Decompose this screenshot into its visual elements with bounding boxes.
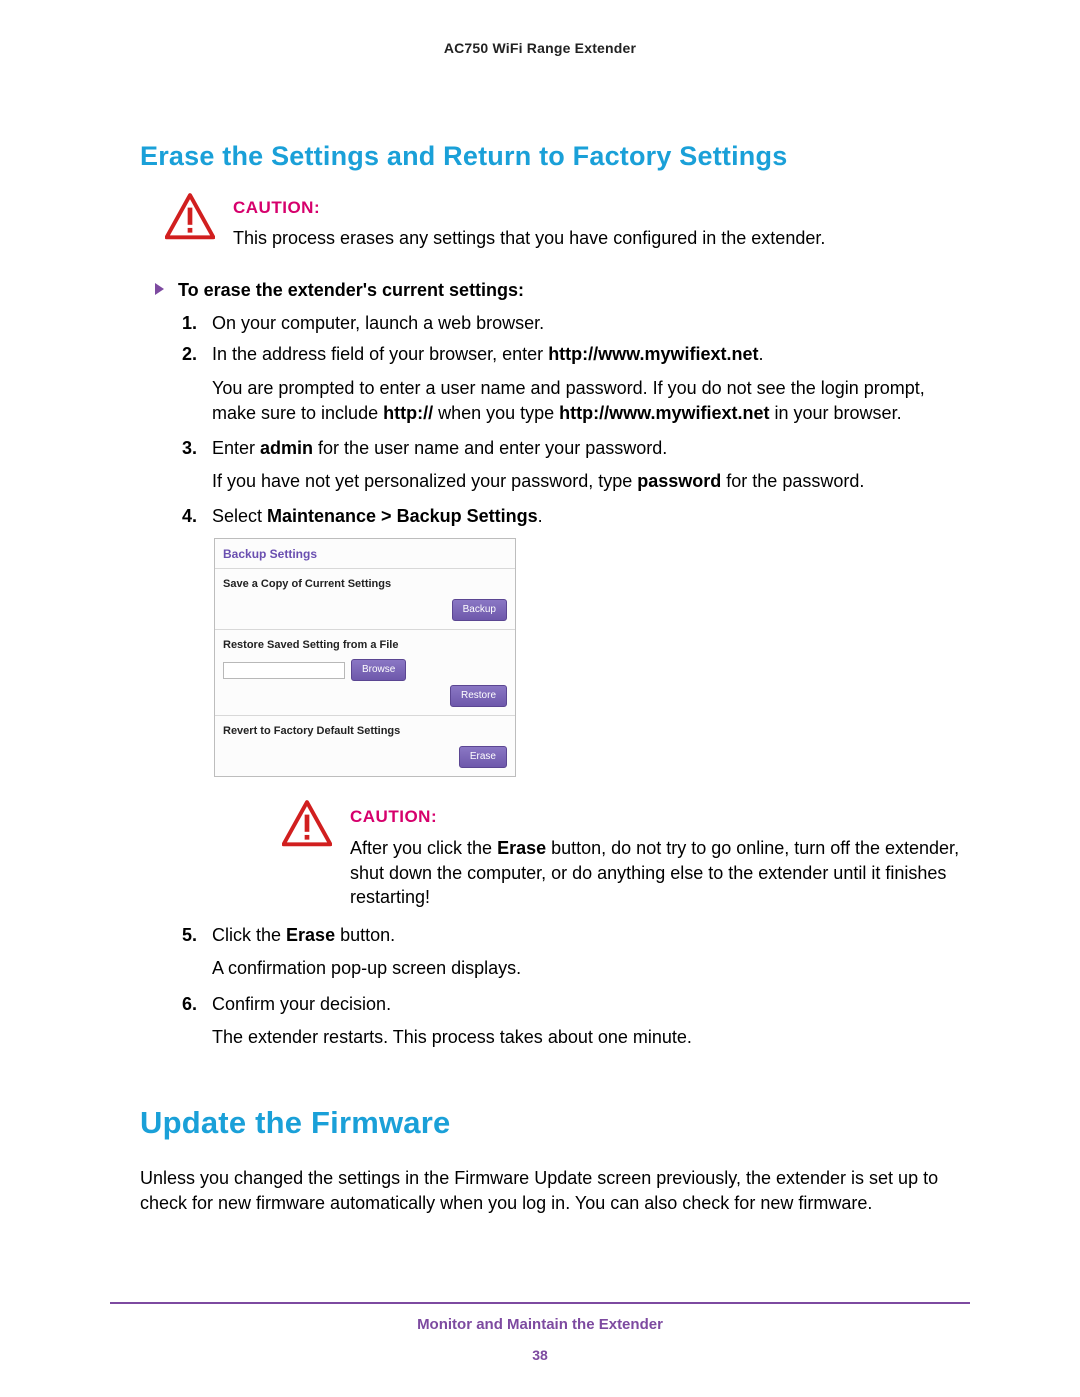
backup-button[interactable]: Backup [452,599,507,621]
caution-body: This process erases any settings that yo… [233,226,825,250]
step-number: 1. [182,311,197,336]
step-number: 4. [182,504,197,529]
step-4: 4. Select Maintenance > Backup Settings.… [182,504,970,909]
step-detail: The extender restarts. This process take… [212,1025,970,1050]
step-detail: You are prompted to enter a user name an… [212,376,970,426]
url-text: http://www.mywifiext.net [548,344,758,364]
footer-page-number: 38 [110,1347,970,1363]
revert-section: Revert to Factory Default Settings Erase [215,715,515,775]
footer-chapter-title: Monitor and Maintain the Extender [110,1316,970,1333]
procedure-intro-text: To erase the extender's current settings… [178,280,524,300]
step-number: 3. [182,436,197,461]
step-6: 6. Confirm your decision. The extender r… [182,992,970,1050]
procedure-intro: To erase the extender's current settings… [155,280,970,301]
step-number: 5. [182,923,197,948]
caution-body: After you click the Erase button, do not… [350,836,970,909]
section-title-erase: Erase the Settings and Return to Factory… [140,141,970,172]
restore-label: Restore Saved Setting from a File [223,638,507,653]
erase-button[interactable]: Erase [459,746,507,768]
step-detail: If you have not yet personalized your pa… [212,469,970,494]
document-page: AC750 WiFi Range Extender Erase the Sett… [0,0,1080,1397]
caution-block-1: CAUTION: This process erases any setting… [165,192,970,250]
step-5: 5. Click the Erase button. A confirmatio… [182,923,970,981]
restore-button[interactable]: Restore [450,685,507,707]
backup-settings-screenshot: Backup Settings Save a Copy of Current S… [214,538,516,777]
step-number: 2. [182,342,197,367]
caution-block-2: CAUTION: After you click the Erase butto… [282,799,970,910]
step-text: On your computer, launch a web browser. [212,313,544,333]
caution-label: CAUTION: [233,198,825,218]
step-2: 2. In the address field of your browser,… [182,342,970,426]
step-text: In the address field of your browser, en… [212,344,548,364]
warning-icon [282,799,332,856]
step-1: 1. On your computer, launch a web browse… [182,311,970,336]
page-footer: Monitor and Maintain the Extender 38 [110,1302,970,1363]
triangle-bullet-icon [155,283,164,295]
step-detail: A confirmation pop-up screen displays. [212,956,970,981]
caution-label: CAUTION: [350,805,970,829]
step-number: 6. [182,992,197,1017]
step-text: Confirm your decision. [212,994,391,1014]
document-header: AC750 WiFi Range Extender [110,40,970,56]
revert-label: Revert to Factory Default Settings [223,724,507,739]
procedure-steps: 1. On your computer, launch a web browse… [182,311,970,1050]
step-3: 3. Enter admin for the user name and ent… [182,436,970,494]
section-title-update-firmware: Update the Firmware [140,1105,970,1141]
browse-button[interactable]: Browse [351,659,406,681]
panel-title: Backup Settings [215,539,515,569]
save-copy-label: Save a Copy of Current Settings [223,577,507,592]
save-copy-section: Save a Copy of Current Settings Backup [215,568,515,628]
section-body: Unless you changed the settings in the F… [140,1166,970,1216]
file-input[interactable] [223,662,345,679]
restore-section: Restore Saved Setting from a File Browse… [215,629,515,715]
warning-icon [165,192,215,247]
footer-rule [110,1302,970,1304]
